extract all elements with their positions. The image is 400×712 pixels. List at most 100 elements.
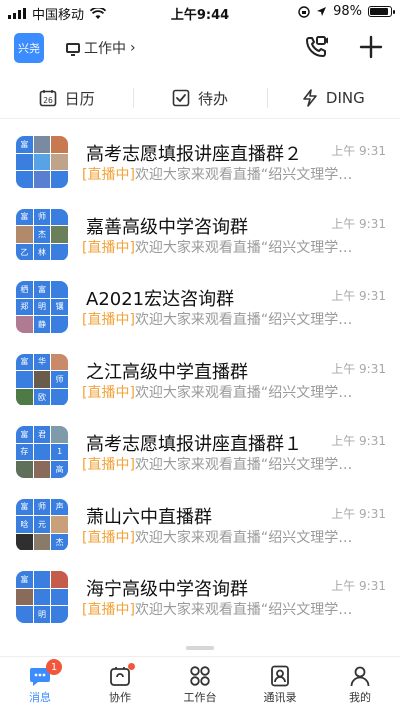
avatar-tile: 林 xyxy=(33,243,51,261)
conversation-row[interactable]: 富 高考志愿填报讲座直播群２ 上午 9:31 [直播中]欢迎大家来观看直播“绍兴文理学… xyxy=(0,130,400,203)
avatar-tile: 富 xyxy=(16,571,33,588)
live-tag: [直播中] xyxy=(82,602,135,618)
live-tag: [直播中] xyxy=(82,457,135,473)
avatar-tile: 明 xyxy=(33,606,51,623)
conversation-time: 上午 9:31 xyxy=(331,579,386,593)
avatar-tile xyxy=(51,353,68,371)
video-call-icon[interactable] xyxy=(304,34,330,60)
avatar-tile xyxy=(16,226,33,243)
tab-contacts[interactable]: 通讯录 xyxy=(240,657,320,712)
conversation-time: 上午 9:31 xyxy=(331,506,386,521)
avatar-tile: 富 xyxy=(16,498,33,516)
message-preview: [直播中]欢迎大家来观看直播“绍兴文理学… xyxy=(82,527,392,547)
avatar-tile xyxy=(51,606,68,623)
conversation-row[interactable]: 富师杰乙林嘉善高级中学咨询群 上午 9:31 [直播中]欢迎大家来观看直播“绍兴文理… xyxy=(0,203,400,276)
group-avatar: 富华师欧 xyxy=(16,353,68,406)
todo-button[interactable]: 待办 xyxy=(133,78,266,118)
workbench-icon xyxy=(190,666,210,686)
avatar-tile: 富 xyxy=(33,281,51,298)
conversation-time: 上午 9:31 xyxy=(331,289,386,303)
tab-messages[interactable]: 1 消息 xyxy=(0,657,80,712)
calendar-button[interactable]: 26 日历 xyxy=(0,78,133,118)
avatar-tile: 元 xyxy=(33,516,51,533)
group-avatar: 富 xyxy=(16,136,68,188)
avatar-tile xyxy=(16,171,33,188)
header-actions xyxy=(304,34,384,60)
avatar-tile xyxy=(16,388,33,406)
avatar-tile: 师 xyxy=(33,208,51,226)
avatar-tile xyxy=(51,153,68,171)
conversation-row[interactable]: 栖富郑明镶静 A2021宏达咨询群 上午 9:31 [直播中]欢迎大家来观看直播“绍兴… xyxy=(0,275,400,348)
avatar-tile: 欧 xyxy=(33,388,51,406)
conversation-name: 海宁高级中学咨询群 xyxy=(86,579,248,600)
avatar-tile xyxy=(16,533,33,551)
avatar-tile: 杰 xyxy=(33,226,51,243)
avatar-tile: 富 xyxy=(16,136,33,153)
avatar-tile: 富 xyxy=(16,353,33,371)
location-icon xyxy=(317,7,327,16)
org-badge[interactable]: 兴尧 xyxy=(14,33,44,63)
tab-workbench-label: 工作台 xyxy=(183,691,217,704)
preview-text: 欢迎大家来观看直播“绍兴文理学… xyxy=(134,312,353,328)
conversation-row[interactable]: 富君存 1 高高考志愿填报讲座直播群１ 上午 9:31 [直播中]欢迎大家来观看直播“绍… xyxy=(0,420,400,493)
tab-messages-label: 消息 xyxy=(29,691,51,704)
avatar-tile xyxy=(16,316,33,333)
conversation-row[interactable]: 富师声晗元杰萧山六中直播群 上午 9:31 [直播中]欢迎大家来观看直播“绍兴文理学… xyxy=(0,493,400,566)
tab-workbench[interactable]: 工作台 xyxy=(160,657,240,712)
avatar-tile xyxy=(51,516,68,533)
avatar-tile xyxy=(51,426,68,443)
avatar-tile xyxy=(16,606,33,623)
group-avatar: 栖富郑明镶静 xyxy=(16,281,68,333)
avatar-tile: 师 xyxy=(51,371,68,388)
lock-rotation-icon xyxy=(298,5,310,18)
avatar-tile xyxy=(33,171,51,188)
group-avatar: 富君存1高 xyxy=(16,426,68,478)
avatar-tile: 高 xyxy=(51,461,68,478)
conversation-name: A2021宏达咨询群 xyxy=(86,289,235,310)
chevron-right-icon: › xyxy=(130,40,136,56)
avatar-tile xyxy=(16,153,33,171)
quick-actions-bar: 26 日历 待办 DING xyxy=(0,78,400,119)
conversation-list: 富高考志愿填报讲座直播群２ 上午 9:31 [直播中]欢迎大家来观看直播“绍兴文理学… xyxy=(0,130,400,638)
tab-collaboration-label: 协作 xyxy=(109,691,131,704)
avatar-tile: 1 xyxy=(51,443,68,461)
drag-handle[interactable] xyxy=(186,646,214,650)
tab-profile[interactable]: 我的 xyxy=(320,657,400,712)
message-preview: [直播中]欢迎大家来观看直播“绍兴文理学… xyxy=(82,309,392,329)
tab-collaboration[interactable]: 协作 xyxy=(80,657,160,712)
avatar-tile: 栖 xyxy=(16,281,33,298)
ding-button[interactable]: DING xyxy=(266,78,400,118)
group-avatar: 富师杰乙林 xyxy=(16,208,68,261)
work-status-chip[interactable]: 工作中 › xyxy=(66,38,136,58)
work-status-label: 工作中 xyxy=(84,41,126,57)
status-bar: 中国移动 上午9:44 98% xyxy=(0,0,400,24)
preview-text: 欢迎大家来观看直播“绍兴文理学… xyxy=(134,167,353,183)
conversation-time: 上午 9:31 xyxy=(331,434,386,448)
avatar-tile xyxy=(51,171,68,188)
add-icon[interactable] xyxy=(358,34,384,60)
contacts-icon xyxy=(271,665,289,687)
conversation-row[interactable]: 富明海宁高级中学咨询群 上午 9:31 [直播中]欢迎大家来观看直播“绍兴文理学… xyxy=(0,565,400,638)
conversation-name: 之江高级中学直播群 xyxy=(86,361,248,383)
preview-text: 欢迎大家来观看直播“绍兴文理学… xyxy=(134,239,353,256)
live-tag: [直播中] xyxy=(82,239,135,256)
battery-percent: 98% xyxy=(333,4,362,19)
live-tag: [直播中] xyxy=(82,529,135,546)
avatar-tile: 君 xyxy=(33,426,51,443)
message-preview: [直播中]欢迎大家来观看直播“绍兴文理学… xyxy=(82,237,392,257)
avatar-tile: 明 xyxy=(33,298,51,316)
avatar-tile xyxy=(51,588,68,606)
avatar-tile xyxy=(33,571,51,588)
tab-profile-label: 我的 xyxy=(349,691,371,704)
avatar-tile: 存 xyxy=(16,443,33,461)
conversation-row[interactable]: 富华师欧之江高级中学直播群 上午 9:31 [直播中]欢迎大家来观看直播“绍兴文理学… xyxy=(0,348,400,421)
ding-label: DING xyxy=(325,89,365,107)
monitor-icon xyxy=(66,43,80,56)
avatar-tile xyxy=(51,316,68,333)
avatar-tile: 郑 xyxy=(16,298,33,316)
avatar-tile: 师 xyxy=(33,498,51,516)
todo-label: 待办 xyxy=(197,89,228,108)
conversation-time: 上午 9:31 xyxy=(331,361,386,376)
group-avatar: 富明 xyxy=(16,571,68,623)
unread-badge: 1 xyxy=(46,659,62,675)
